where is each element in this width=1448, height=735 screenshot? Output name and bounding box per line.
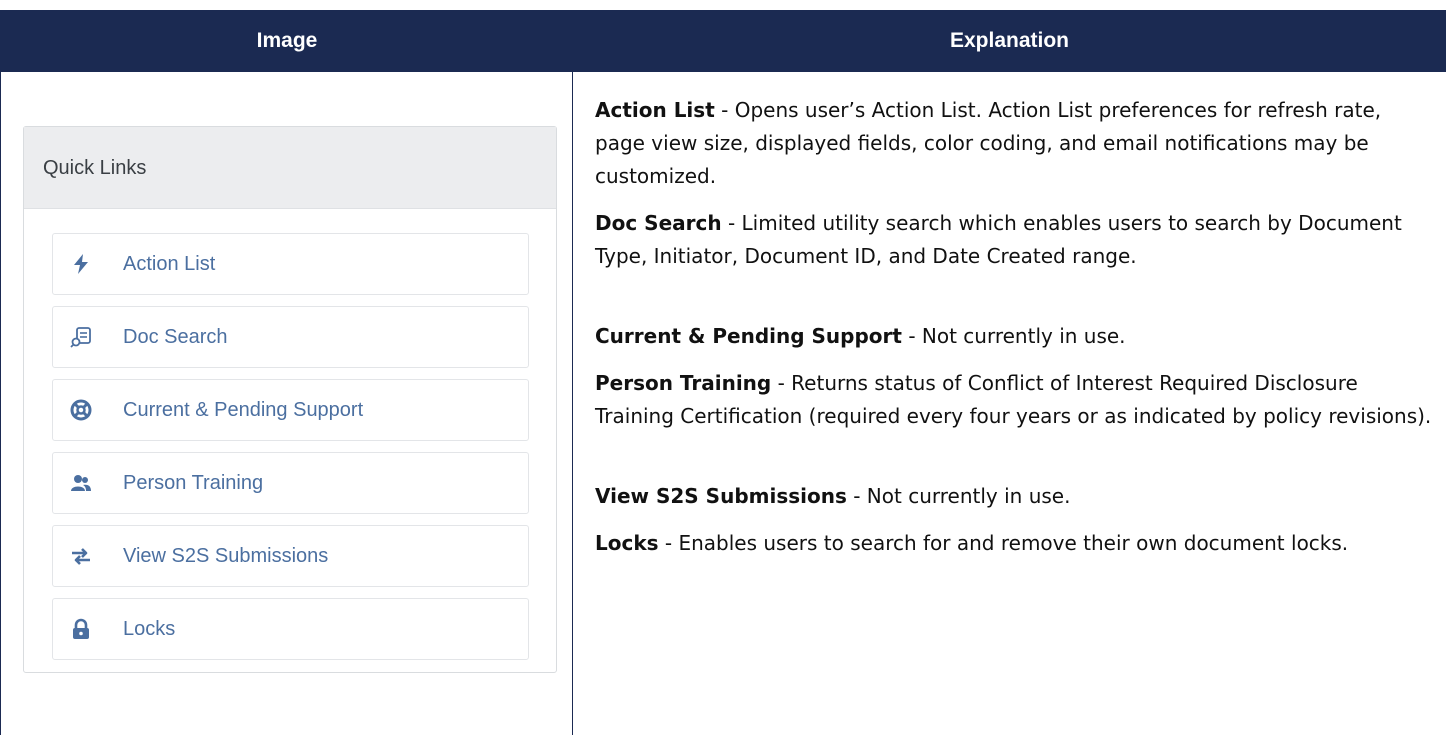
exchange-icon	[70, 545, 92, 567]
explanation-term: Action List	[595, 98, 715, 122]
life-ring-icon	[70, 399, 92, 421]
explanation-text: - Not currently in use.	[846, 484, 1071, 508]
header-explanation: Explanation	[949, 29, 1070, 52]
quick-links-panel: Quick Links Action List Doc Search Curre…	[23, 126, 557, 673]
explanation-view-s2s: View S2S Submissions - Not currently in …	[595, 480, 1435, 513]
explanation-table: Image Explanation Quick Links Action Lis…	[0, 10, 1446, 735]
explanation-term: View S2S Submissions	[595, 484, 847, 508]
bolt-icon	[70, 253, 92, 275]
explanation-current-pending-support: Current & Pending Support - Not currentl…	[595, 320, 1435, 353]
quick-link-current-pending-support[interactable]: Current & Pending Support	[52, 379, 529, 441]
lock-icon	[70, 618, 92, 640]
explanation-term: Person Training	[595, 371, 772, 395]
column-divider	[572, 72, 573, 735]
explanation-action-list: Action List - Opens user’s Action List. …	[595, 94, 1435, 193]
quick-link-label: Person Training	[123, 472, 264, 494]
quick-link-label: Current & Pending Support	[123, 399, 364, 421]
table-header-row: Image Explanation	[1, 10, 1446, 72]
explanation-person-training: Person Training - Returns status of Conf…	[595, 367, 1435, 433]
users-icon	[70, 472, 92, 494]
quick-links-title: Quick Links	[24, 127, 556, 209]
quick-link-action-list[interactable]: Action List	[52, 233, 529, 295]
quick-link-view-s2s-submissions[interactable]: View S2S Submissions	[52, 525, 529, 587]
quick-link-label: View S2S Submissions	[123, 545, 329, 567]
explanation-term: Current & Pending Support	[595, 324, 902, 348]
quick-link-label: Action List	[123, 253, 216, 275]
explanation-term: Locks	[595, 531, 659, 555]
explanation-term: Doc Search	[595, 211, 722, 235]
explanation-text: - Not currently in use.	[901, 324, 1126, 348]
quick-link-person-training[interactable]: Person Training	[52, 452, 529, 514]
quick-link-locks[interactable]: Locks	[52, 598, 529, 660]
explanation-doc-search: Doc Search - Limited utility search whic…	[595, 207, 1435, 273]
header-image: Image	[256, 29, 318, 52]
explanation-locks: Locks - Enables users to search for and …	[595, 527, 1435, 560]
quick-link-doc-search[interactable]: Doc Search	[52, 306, 529, 368]
doc-search-icon	[70, 326, 92, 348]
explanation-text: - Enables users to search for and remove…	[658, 531, 1349, 555]
quick-link-label: Locks	[123, 618, 176, 640]
quick-link-label: Doc Search	[123, 326, 228, 348]
